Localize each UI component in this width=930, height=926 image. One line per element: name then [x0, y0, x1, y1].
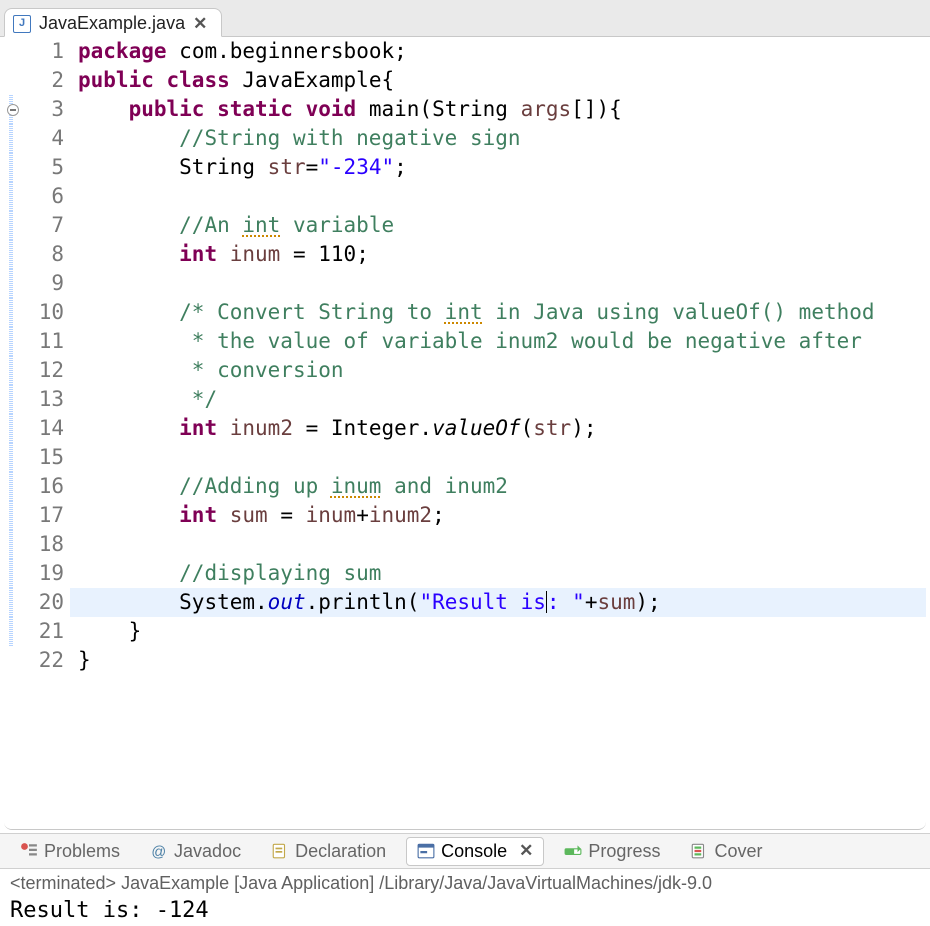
code-line[interactable]: System.out.println("Result is: "+sum);: [70, 588, 926, 617]
code-line[interactable]: //An int variable: [70, 211, 926, 240]
line-number: 21: [24, 617, 64, 646]
code-line[interactable]: int inum = 110;: [70, 240, 926, 269]
declaration-icon: [271, 842, 289, 860]
console-launch-header: <terminated> JavaExample [Java Applicati…: [10, 873, 920, 894]
line-number: 19: [24, 559, 64, 588]
code-line[interactable]: }: [70, 646, 926, 675]
fold-toggle-icon[interactable]: [7, 104, 19, 116]
view-tab-label: Progress: [588, 841, 660, 862]
console-output: Result is: -124: [10, 894, 920, 926]
code-line[interactable]: public static void main(String args[]){: [70, 95, 926, 124]
code-line[interactable]: int sum = inum+inum2;: [70, 501, 926, 530]
view-tab-label: Console: [441, 841, 507, 862]
views-tab-bar: Problems @ Javadoc Declaration Console ✕ Progr…: [0, 833, 930, 869]
code-area[interactable]: package com.beginnersbook;public class J…: [70, 37, 926, 829]
line-number: 14: [24, 414, 64, 443]
line-number: 12: [24, 356, 64, 385]
code-line[interactable]: public class JavaExample{: [70, 66, 926, 95]
code-line[interactable]: }: [70, 617, 926, 646]
code-line[interactable]: * conversion: [70, 356, 926, 385]
line-number: 18: [24, 530, 64, 559]
view-tab-progress[interactable]: Progress: [554, 838, 670, 865]
view-tab-label: Declaration: [295, 841, 386, 862]
code-line[interactable]: //Adding up inum and inum2: [70, 472, 926, 501]
code-line[interactable]: [70, 530, 926, 559]
line-number: 6: [24, 182, 64, 211]
line-number: 3: [24, 95, 64, 124]
java-file-icon: J: [13, 15, 31, 33]
view-tab-console[interactable]: Console ✕: [406, 837, 544, 866]
code-line[interactable]: package com.beginnersbook;: [70, 37, 926, 66]
code-line[interactable]: String str="-234";: [70, 153, 926, 182]
code-line[interactable]: //displaying sum: [70, 559, 926, 588]
line-number: 11: [24, 327, 64, 356]
view-tab-javadoc[interactable]: @ Javadoc: [140, 838, 251, 865]
line-number: 9: [24, 269, 64, 298]
editor-gutter: 12345678910111213141516171819202122: [4, 37, 70, 829]
view-tab-problems[interactable]: Problems: [10, 838, 130, 865]
ide-workbench: J JavaExample.java ✕ 1234567891011121314…: [0, 0, 930, 926]
line-number: 22: [24, 646, 64, 675]
coverage-icon: [690, 842, 708, 860]
code-line[interactable]: */: [70, 385, 926, 414]
line-number: 5: [24, 153, 64, 182]
close-icon[interactable]: ✕: [193, 14, 207, 34]
line-number: 13: [24, 385, 64, 414]
line-number: 20: [24, 588, 64, 617]
problems-icon: [20, 842, 38, 860]
javadoc-icon: @: [150, 842, 168, 860]
svg-text:@: @: [151, 845, 166, 860]
console-view: <terminated> JavaExample [Java Applicati…: [0, 869, 930, 926]
editor-tab[interactable]: J JavaExample.java ✕: [4, 8, 222, 37]
view-tab-label: Cover: [714, 841, 762, 862]
progress-icon: [564, 842, 582, 860]
line-number: 15: [24, 443, 64, 472]
view-tab-label: Problems: [44, 841, 120, 862]
line-number: 8: [24, 240, 64, 269]
line-number: 2: [24, 66, 64, 95]
line-number: 17: [24, 501, 64, 530]
line-number: 7: [24, 211, 64, 240]
close-icon[interactable]: ✕: [519, 841, 533, 861]
view-tab-label: Javadoc: [174, 841, 241, 862]
view-tab-declaration[interactable]: Declaration: [261, 838, 396, 865]
code-line[interactable]: * the value of variable inum2 would be n…: [70, 327, 926, 356]
line-number: 4: [24, 124, 64, 153]
code-line[interactable]: //String with negative sign: [70, 124, 926, 153]
line-number: 10: [24, 298, 64, 327]
line-number: 1: [24, 37, 64, 66]
line-number: 16: [24, 472, 64, 501]
editor-tab-bar: J JavaExample.java ✕: [0, 0, 930, 37]
code-editor[interactable]: 12345678910111213141516171819202122 pack…: [4, 37, 926, 830]
code-line[interactable]: [70, 269, 926, 298]
fold-strip: [4, 37, 24, 829]
line-numbers: 12345678910111213141516171819202122: [24, 37, 70, 829]
code-line[interactable]: /* Convert String to int in Java using v…: [70, 298, 926, 327]
code-line[interactable]: [70, 443, 926, 472]
console-icon: [417, 842, 435, 860]
code-line[interactable]: int inum2 = Integer.valueOf(str);: [70, 414, 926, 443]
editor-tab-label: JavaExample.java: [39, 13, 185, 34]
code-line[interactable]: [70, 182, 926, 211]
view-tab-coverage[interactable]: Cover: [680, 838, 772, 865]
